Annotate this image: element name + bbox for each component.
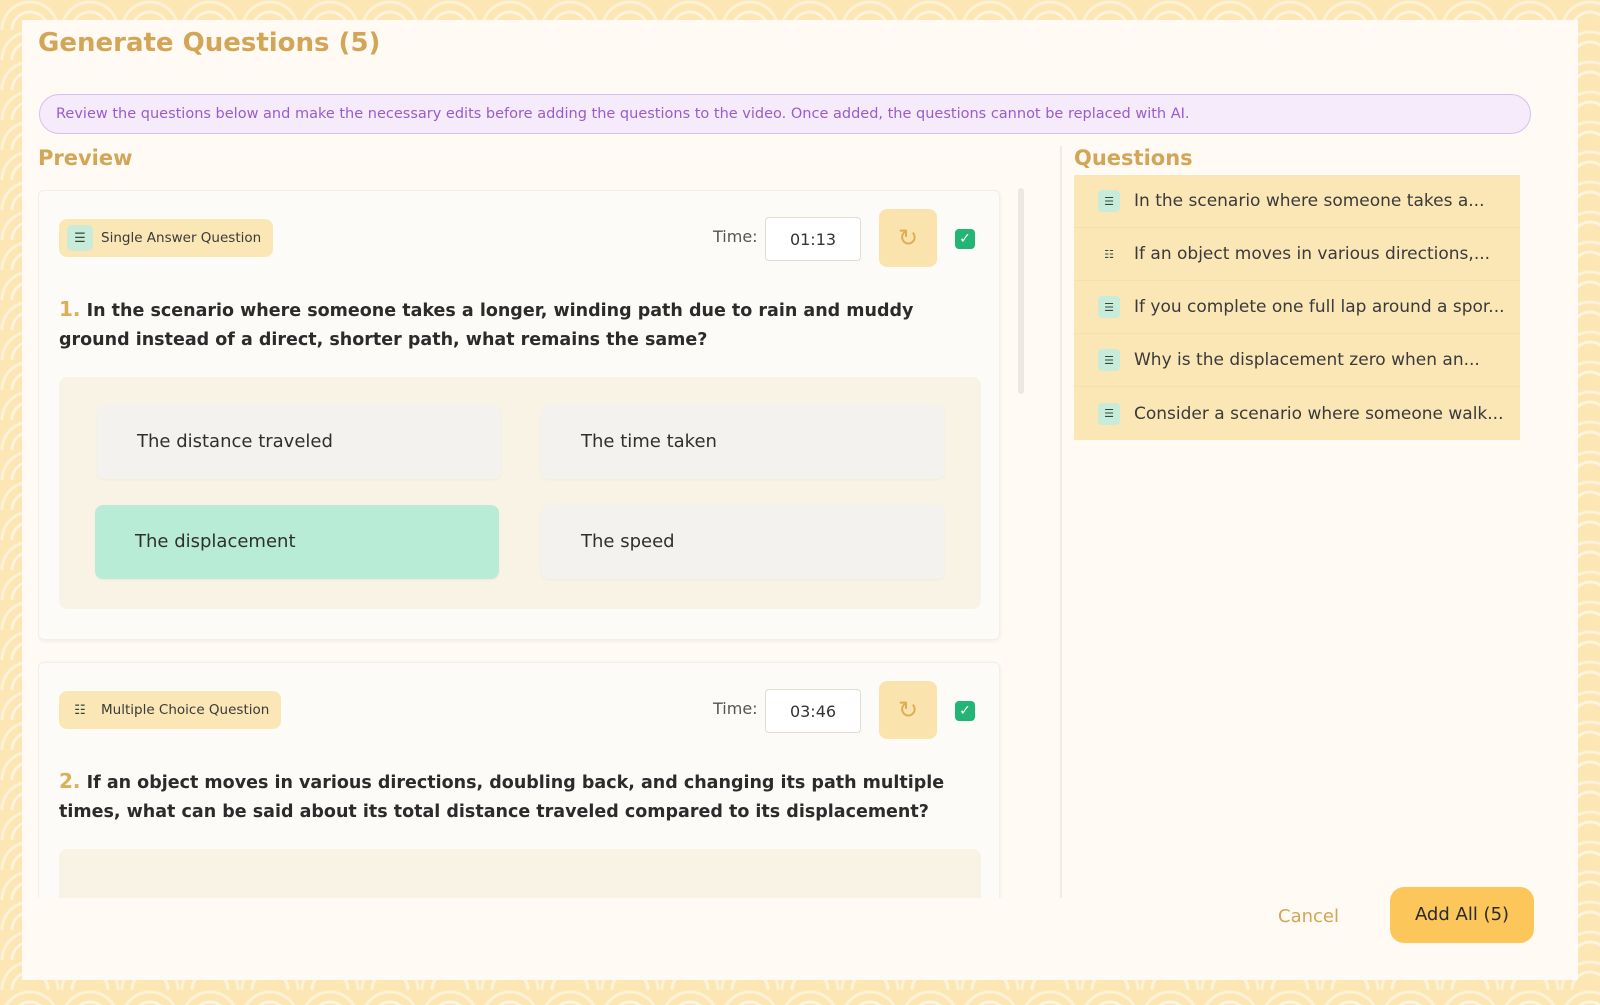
question-type-label: Single Answer Question <box>101 230 262 246</box>
preview-heading: Preview <box>38 146 133 170</box>
add-all-button[interactable]: Add All (5) <box>1390 887 1534 943</box>
question-type-badge: ☰ Single Answer Question <box>59 219 274 257</box>
scrollbar-thumb[interactable] <box>1018 188 1024 394</box>
answer-options: The distance traveled The time taken The… <box>59 377 981 609</box>
preview-scroll-area[interactable]: ☰ Single Answer Question Time: ↻ ✓ 1. In… <box>38 190 1036 898</box>
time-label: Time: <box>713 699 758 718</box>
question-number: 2. <box>59 769 81 793</box>
single-answer-icon: ☰ <box>1098 190 1120 212</box>
answer-options <box>59 849 981 898</box>
time-label: Time: <box>713 227 758 246</box>
questions-list-item-label: Consider a scenario where someone walk..… <box>1134 403 1504 424</box>
regenerate-button[interactable]: ↻ <box>879 209 937 267</box>
questions-list-item[interactable]: ☰ If you complete one full lap around a … <box>1074 281 1520 334</box>
questions-list-item[interactable]: ☰ In the scenario where someone takes a.… <box>1074 175 1520 228</box>
questions-list-item[interactable]: ☰ Consider a scenario where someone walk… <box>1074 387 1520 440</box>
multiple-choice-icon: ☷ <box>1104 247 1114 261</box>
cancel-button[interactable]: Cancel <box>1264 892 1353 941</box>
multiple-choice-icon: ☷ <box>74 702 86 718</box>
refresh-icon: ↻ <box>897 224 919 252</box>
question-card: ☰ Single Answer Question Time: ↻ ✓ 1. In… <box>38 190 1000 640</box>
question-type-label: Multiple Choice Question <box>101 702 270 718</box>
single-answer-icon: ☰ <box>1098 402 1120 425</box>
questions-list-item-label: If you complete one full lap around a sp… <box>1134 297 1505 317</box>
include-checkbox[interactable]: ✓ <box>955 701 975 721</box>
refresh-icon: ↻ <box>897 696 919 724</box>
questions-list-item[interactable]: ☰ Why is the displacement zero when an..… <box>1074 334 1520 387</box>
questions-list-item-label: Why is the displacement zero when an... <box>1134 350 1480 370</box>
single-answer-icon: ☰ <box>1098 349 1120 371</box>
answer-option-selected[interactable]: The displacement <box>95 505 499 579</box>
answer-option[interactable]: The distance traveled <box>97 405 501 479</box>
answer-option[interactable]: The speed <box>541 505 945 579</box>
questions-heading: Questions <box>1074 146 1193 170</box>
question-card: ☷ Multiple Choice Question Time: ↻ ✓ 2. … <box>38 662 1000 898</box>
check-icon: ✓ <box>959 703 971 719</box>
questions-list-item-label: In the scenario where someone takes a... <box>1134 191 1485 211</box>
questions-list-item[interactable]: ☷ If an object moves in various directio… <box>1074 228 1520 281</box>
question-text[interactable]: 2. If an object moves in various directi… <box>59 767 979 827</box>
preview-scrollbar[interactable] <box>1018 188 1026 900</box>
time-input[interactable] <box>765 217 861 261</box>
info-notice: Review the questions below and make the … <box>39 94 1531 134</box>
question-type-badge: ☷ Multiple Choice Question <box>59 691 282 729</box>
check-icon: ✓ <box>959 231 971 247</box>
question-body: If an object moves in various directions… <box>59 773 945 822</box>
question-body: In the scenario where someone takes a lo… <box>59 301 914 350</box>
answer-option[interactable]: The time taken <box>541 405 945 479</box>
dialog-title: Generate Questions (5) <box>38 28 381 58</box>
regenerate-button[interactable]: ↻ <box>879 681 937 739</box>
question-text[interactable]: 1. In the scenario where someone takes a… <box>59 295 979 355</box>
time-input[interactable] <box>765 689 861 733</box>
single-answer-icon: ☰ <box>1098 296 1120 318</box>
panel-divider <box>1060 146 1062 898</box>
questions-list-item-label: If an object moves in various directions… <box>1134 244 1491 264</box>
question-number: 1. <box>59 297 81 321</box>
single-answer-icon: ☰ <box>67 225 93 251</box>
generate-questions-dialog: Generate Questions (5) Review the questi… <box>22 20 1578 980</box>
include-checkbox[interactable]: ✓ <box>955 229 975 249</box>
questions-list: ☰ In the scenario where someone takes a.… <box>1074 175 1520 440</box>
